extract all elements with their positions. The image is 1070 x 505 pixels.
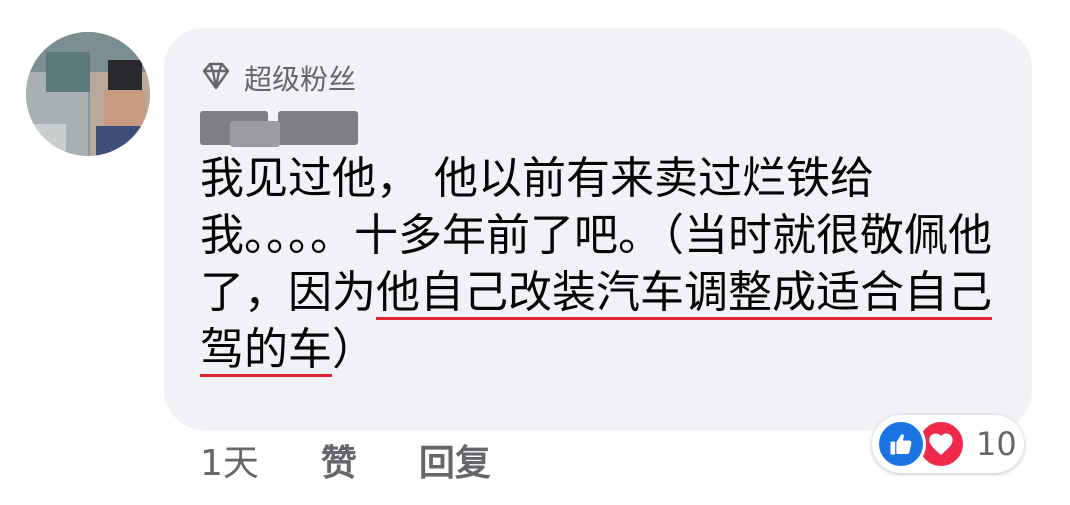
avatar-pixel xyxy=(96,126,150,156)
comment-actions: 1天 赞 回复 xyxy=(200,435,553,485)
author-name[interactable] xyxy=(200,103,358,147)
comment-text-end: ） xyxy=(332,324,376,375)
diamond-icon xyxy=(200,62,232,94)
reactions-summary[interactable]: 10 xyxy=(872,415,1024,473)
reaction-count: 10 xyxy=(976,425,1017,463)
timestamp[interactable]: 1天 xyxy=(200,434,259,486)
avatar[interactable] xyxy=(26,32,150,156)
avatar-pixel xyxy=(26,124,66,156)
avatar-pixel xyxy=(46,52,90,92)
avatar-pixel xyxy=(104,90,146,126)
comment-text: 我见过他， 他以前有来卖过烂铁给我。。。。十多年前了吧。（当时就很敬佩他了，因为… xyxy=(200,150,1000,378)
like-icon xyxy=(876,419,926,469)
top-fan-badge: 超级粉丝 xyxy=(200,58,356,98)
reply-button[interactable]: 回复 xyxy=(419,434,491,486)
badge-label: 超级粉丝 xyxy=(244,63,357,96)
avatar-pixel xyxy=(108,60,142,90)
like-button[interactable]: 赞 xyxy=(321,434,357,486)
